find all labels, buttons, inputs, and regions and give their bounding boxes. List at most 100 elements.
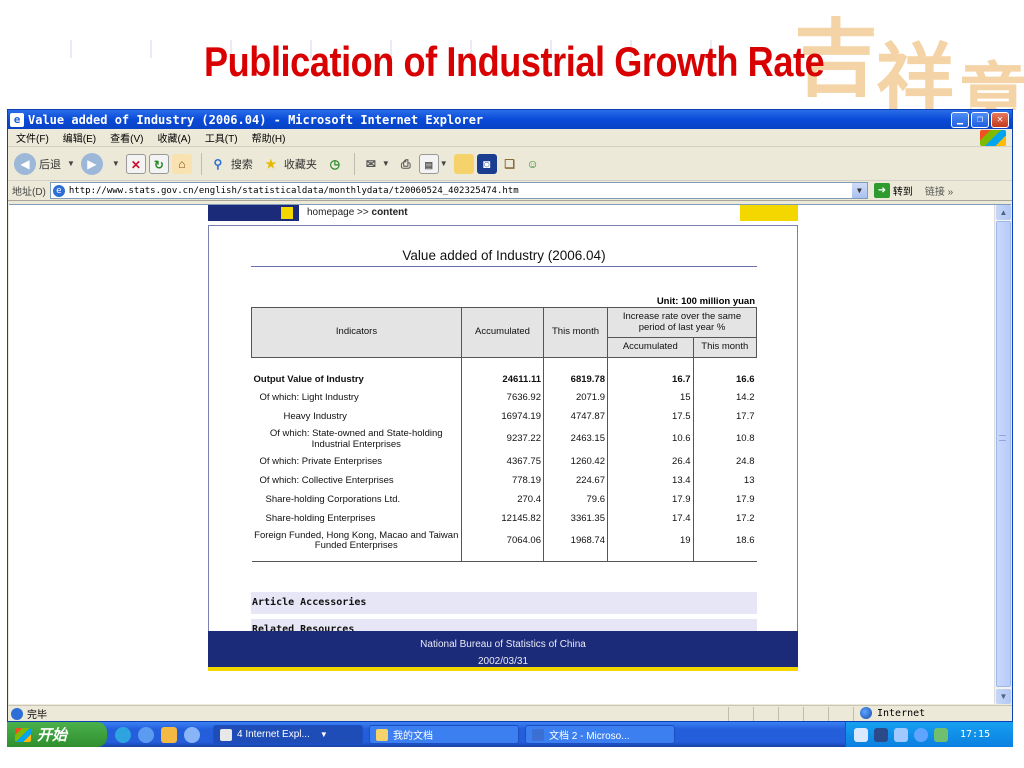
header-indicators: Indicators: [251, 307, 462, 358]
network-icon[interactable]: [894, 727, 908, 742]
stop-icon[interactable]: ✕: [125, 153, 146, 174]
status-divider: [828, 707, 829, 721]
help-icon[interactable]: [874, 727, 888, 742]
outlook-icon[interactable]: [161, 726, 177, 743]
vertical-scrollbar[interactable]: ▲ ▼: [994, 205, 1011, 704]
refresh-icon[interactable]: ↻: [148, 153, 169, 174]
chevron-down-icon[interactable]: ▼: [851, 183, 867, 198]
task-internet-explorer[interactable]: 4 Internet Expl... ▼: [213, 725, 363, 744]
table-row: Share-holding Enterprises 12145.82 3361.…: [252, 509, 757, 529]
volume-icon[interactable]: [914, 727, 928, 742]
breadcrumb-home[interactable]: homepage: [307, 207, 354, 218]
edit-icon[interactable]: ▤: [418, 153, 439, 174]
row-this-month: 2071.9: [543, 388, 608, 408]
desktop-icon[interactable]: [184, 726, 200, 743]
header-rate-accumulated: Accumulated: [607, 337, 694, 358]
row-this-month: 2463.15: [543, 426, 608, 453]
restore-button[interactable]: ❐: [971, 111, 989, 128]
menu-file[interactable]: 文件(F): [16, 130, 49, 145]
address-url: http://www.stats.gov.cn/english/statisti…: [68, 185, 519, 196]
back-dropdown-icon[interactable]: ▼: [67, 159, 75, 168]
title-divider: [251, 266, 757, 267]
row-rate-this-month: 17.2: [692, 509, 757, 529]
menu-favorites[interactable]: 收藏(A): [157, 130, 190, 145]
quick-launch: [115, 726, 207, 743]
go-button[interactable]: ➜ 转到: [873, 183, 913, 198]
search-label: 搜索: [230, 158, 253, 171]
header-increase-rate: Increase rate over the same period of la…: [607, 307, 757, 338]
scroll-down-icon[interactable]: ▼: [996, 689, 1011, 704]
window-title: Value added of Industry (2006.04) - Micr…: [28, 112, 484, 127]
status-divider: [728, 707, 729, 721]
mail-dropdown-icon[interactable]: ▼: [382, 159, 390, 168]
word-task-icon: [532, 728, 544, 741]
table-row: Of which: Collective Enterprises 778.19 …: [252, 471, 757, 491]
status-divider: [778, 707, 779, 721]
windows-flag-icon: [15, 727, 31, 742]
address-label: 地址(D): [12, 187, 46, 198]
row-rate-this-month: 17.9: [692, 490, 757, 510]
window-titlebar[interactable]: e Value added of Industry (2006.04) - Mi…: [8, 110, 1012, 129]
task-my-documents[interactable]: 我的文档: [369, 725, 519, 744]
forward-dropdown-icon[interactable]: ▼: [112, 159, 120, 168]
scroll-up-icon[interactable]: ▲: [996, 205, 1011, 220]
table-row: Heavy Industry 16974.19 4747.87 17.5 17.…: [252, 407, 757, 427]
slide-title: Publication of Industrial Growth Rate: [204, 38, 825, 85]
folder-task-icon: [376, 728, 388, 741]
toolbar-separator: [200, 152, 202, 175]
row-this-month: 6819.78: [543, 357, 608, 389]
scroll-thumb[interactable]: [996, 221, 1011, 687]
menu-view[interactable]: 查看(V): [110, 130, 143, 145]
page-footer: National Bureau of Statistics of China 2…: [208, 631, 798, 667]
keyboard-icon[interactable]: [854, 727, 868, 742]
task-label: 文档 2 - Microso...: [549, 731, 630, 742]
history-icon[interactable]: ◷: [325, 154, 345, 174]
messenger-icon[interactable]: ◙: [476, 153, 497, 174]
forward-button[interactable]: ▶: [80, 152, 106, 175]
row-accumulated: 24611.11: [461, 357, 544, 389]
links-button[interactable]: 链接 »: [925, 183, 953, 198]
system-tray: 17:15: [845, 722, 1013, 747]
row-rate-accumulated: 10.6: [607, 426, 694, 453]
row-label: Of which: Light Industry: [259, 391, 359, 403]
menu-tools[interactable]: 工具(T): [205, 130, 238, 145]
row-label: Of which: Private Enterprises: [259, 455, 383, 467]
chevron-down-icon: ▼: [319, 730, 328, 739]
messenger-tray-icon[interactable]: [934, 727, 948, 742]
start-button[interactable]: 开始: [7, 722, 107, 747]
edit-dropdown-icon[interactable]: ▼: [440, 159, 448, 168]
table-row: Of which: Private Enterprises 4367.75 12…: [252, 452, 757, 472]
clock: 17:15: [960, 729, 991, 740]
minimize-button[interactable]: ▁: [951, 111, 969, 128]
folder-icon[interactable]: [453, 153, 474, 174]
row-label: Foreign Funded, Hong Kong, Macao and Tai…: [251, 528, 462, 562]
print-icon[interactable]: ⎙: [396, 154, 416, 174]
menu-help[interactable]: 帮助(H): [252, 130, 286, 145]
home-icon[interactable]: ⌂: [171, 153, 192, 174]
row-rate-accumulated: 13.4: [607, 471, 694, 491]
close-button[interactable]: ✕: [991, 111, 1009, 128]
menu-edit[interactable]: 编辑(E): [63, 130, 96, 145]
task-label: 4 Internet Expl...: [237, 729, 310, 740]
search-button[interactable]: ⚲ 搜索: [208, 154, 253, 174]
status-text: 完毕: [27, 710, 47, 721]
research-icon[interactable]: ❏: [500, 154, 520, 174]
ie-quicklaunch-icon[interactable]: [138, 726, 154, 743]
article-accessories-section[interactable]: Article Accessories: [251, 592, 757, 614]
media-player-icon[interactable]: [115, 726, 131, 743]
row-rate-this-month: 10.8: [692, 426, 757, 453]
address-input[interactable]: e http://www.stats.gov.cn/english/statis…: [49, 182, 868, 199]
row-accumulated: 16974.19: [461, 407, 544, 427]
back-button[interactable]: ◀ 后退: [14, 152, 61, 175]
forward-arrow-icon: ▶: [80, 152, 103, 175]
security-zone: Internet: [860, 707, 925, 719]
users-icon[interactable]: ☺: [523, 154, 543, 174]
breadcrumb-separator: >>: [357, 207, 369, 218]
favorites-button[interactable]: ★ 收藏夹: [261, 154, 316, 174]
task-word-document[interactable]: 文档 2 - Microso...: [525, 725, 675, 744]
links-label: 链接: [924, 187, 945, 198]
status-divider: [803, 707, 804, 721]
mail-icon[interactable]: ✉: [361, 154, 381, 174]
row-rate-this-month: 14.2: [692, 388, 757, 408]
scroll-grip-icon: [999, 435, 1006, 441]
